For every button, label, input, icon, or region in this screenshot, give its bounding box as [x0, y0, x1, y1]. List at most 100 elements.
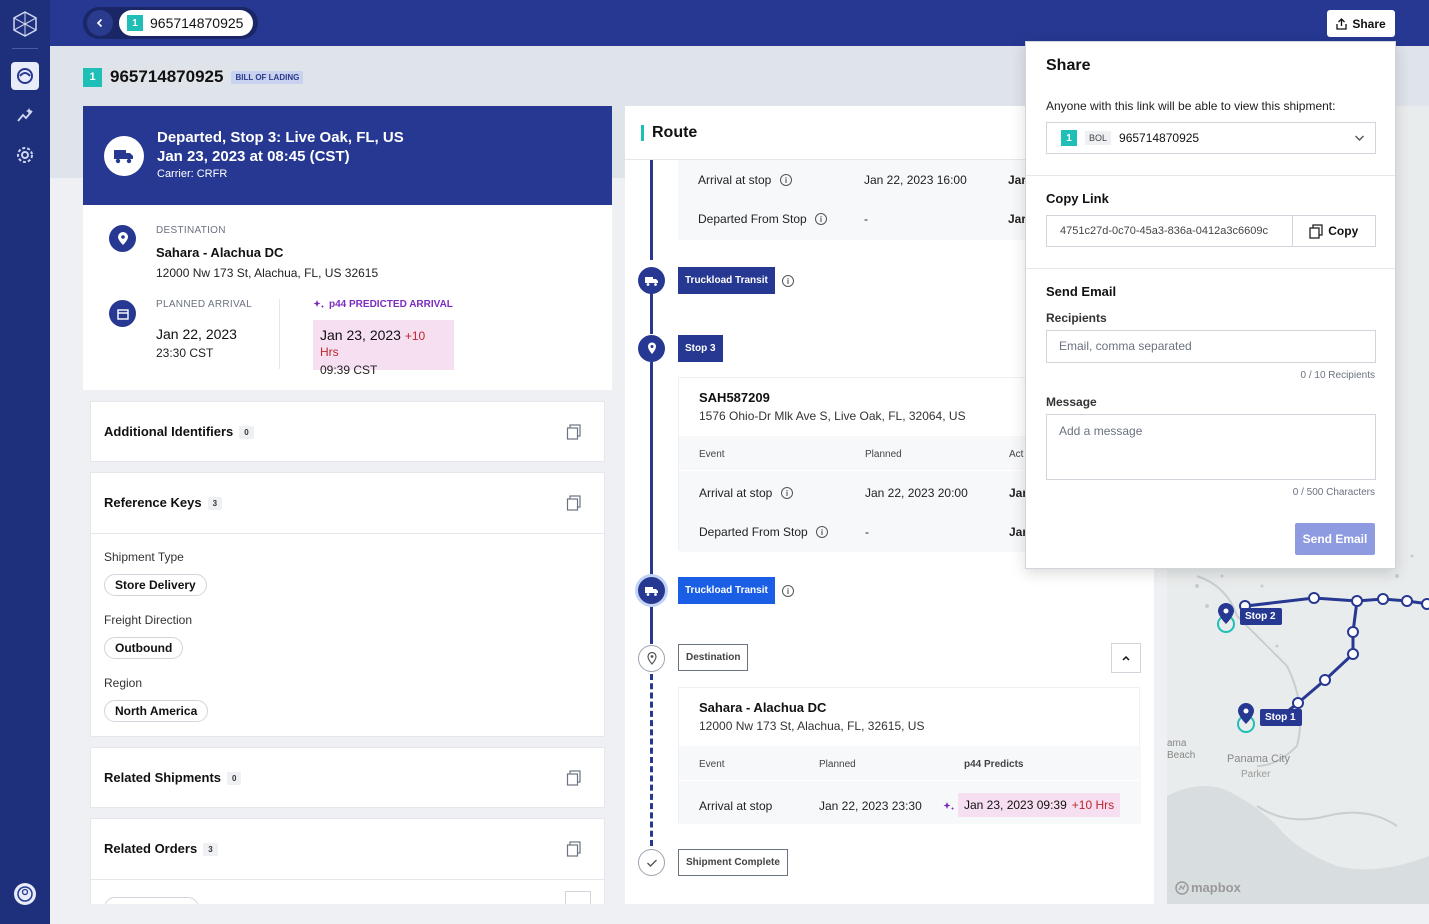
link-value[interactable]: 4751c27d-0c70-45a3-836a-0412a3c6609c	[1047, 225, 1292, 237]
related-shipments-title: Related Shipments	[104, 770, 222, 785]
info-icon[interactable]: i	[816, 526, 828, 538]
copy-icon[interactable]	[566, 841, 582, 857]
breadcrumb: 1 965714870925	[83, 7, 258, 39]
info-icon[interactable]: i	[815, 213, 827, 225]
app-logo-icon[interactable]	[11, 10, 39, 38]
chevron-up-icon	[1122, 655, 1130, 661]
destination-tag[interactable]: Destination	[678, 644, 749, 671]
user-profile-icon[interactable]	[11, 880, 39, 908]
route-accent-bar	[641, 125, 644, 141]
event-predicted-delta: +10 Hrs	[1071, 798, 1115, 812]
collapse-button[interactable]	[1111, 643, 1141, 673]
planned-arrival-date: Jan 22, 2023	[156, 326, 237, 342]
event-name: Arrival at stop	[698, 173, 772, 187]
table-header: Event	[699, 759, 725, 770]
current-truck-icon	[638, 577, 665, 604]
field-label: Shipment Type	[104, 550, 184, 564]
share-button-label: Share	[1352, 16, 1386, 31]
divider	[1026, 268, 1395, 269]
destination-stop-card: Sahara - Alachua DC 12000 Nw 173 St, Ala…	[678, 687, 1141, 824]
event-name: Arrival at stop	[699, 486, 773, 500]
settings-gear-icon[interactable]	[11, 141, 39, 169]
shipment-complete-tag[interactable]: Shipment Complete	[678, 849, 788, 876]
info-icon[interactable]: i	[782, 275, 794, 287]
arrival-divider	[279, 299, 280, 369]
event-planned: Jan 22, 2023 23:30	[819, 799, 922, 813]
info-icon[interactable]: i	[780, 174, 792, 186]
event-name: Departed From Stop	[699, 525, 808, 539]
status-text: Departed, Stop 3: Live Oak, FL, US Jan 2…	[157, 128, 404, 166]
map-place-label: Panama City	[1227, 753, 1290, 765]
shipment-select[interactable]: 1 BOL 965714870925	[1046, 122, 1376, 154]
back-button[interactable]	[87, 10, 113, 36]
message-textarea[interactable]: Add a message	[1046, 414, 1376, 480]
additional-identifiers-section[interactable]: Additional Identifiers 0	[90, 401, 605, 462]
copy-link-button[interactable]: Copy	[1291, 216, 1375, 246]
check-icon	[638, 849, 665, 876]
status-line2: Jan 23, 2023 at 08:45 (CST)	[157, 148, 350, 165]
status-banner: Departed, Stop 3: Live Oak, FL, US Jan 2…	[83, 106, 612, 205]
planned-arrival-time: 23:30 CST	[156, 346, 214, 360]
region-tag: North America	[104, 700, 209, 722]
additional-identifiers-count: 0	[239, 426, 254, 440]
timeline-line	[650, 606, 653, 644]
related-shipments-section[interactable]: Related Shipments 0	[90, 747, 605, 808]
recipients-label: Recipients	[1046, 311, 1107, 325]
select-badge: 1	[1061, 130, 1077, 146]
event-name: Departed From Stop	[698, 212, 807, 226]
expand-button[interactable]	[565, 891, 591, 904]
event-planned: -	[864, 212, 868, 226]
truck-icon	[104, 136, 144, 176]
predicted-arrival-box: Jan 23, 2023 +10 Hrs 09:39 CST	[313, 320, 454, 377]
destination-stop-address: 12000 Nw 173 St, Alachua, FL, 32615, US	[699, 719, 925, 733]
mapbox-label: mapbox	[1191, 880, 1241, 895]
sparkle-icon	[313, 300, 324, 308]
event-name: Arrival at stop	[699, 799, 773, 813]
copy-icon[interactable]	[566, 424, 582, 440]
share-title: Share	[1046, 57, 1091, 74]
event-actual: Jar	[1008, 212, 1027, 226]
stop-pin-icon	[638, 335, 665, 362]
related-orders-section[interactable]: Related Orders 3	[90, 818, 605, 904]
map-stop-2-label: Stop 2	[1245, 611, 1276, 622]
field-label: Region	[104, 676, 143, 690]
reference-keys-count: 3	[207, 497, 223, 511]
info-icon[interactable]: i	[782, 585, 794, 597]
predicted-arrival-date: Jan 23, 2023	[320, 327, 401, 343]
recipients-count: 0 / 10 Recipients	[1300, 370, 1376, 381]
left-nav	[0, 0, 50, 924]
page-title-id: 965714870925	[110, 67, 224, 86]
copy-icon[interactable]	[566, 770, 582, 786]
send-email-button[interactable]: Send Email	[1295, 523, 1375, 555]
breadcrumb-shipment-pill[interactable]: 1 965714870925	[119, 10, 254, 36]
table-header: p44 Predicts	[964, 759, 1024, 770]
info-icon[interactable]: i	[781, 487, 793, 499]
carrier-text: Carrier: CRFR	[157, 168, 228, 180]
current-truckload-transit-tag[interactable]: Truckload Transit	[678, 577, 775, 604]
truckload-transit-tag[interactable]: Truckload Transit	[678, 267, 775, 294]
top-bar: 1 965714870925 Share	[50, 0, 1429, 46]
recipients-input[interactable]: Email, comma separated	[1046, 330, 1376, 363]
nav-separator	[12, 48, 38, 49]
destination-pin-icon	[638, 645, 665, 672]
stop-3-tag[interactable]: Stop 3	[678, 335, 723, 362]
section-divider	[91, 533, 604, 534]
select-bol-tag: BOL	[1085, 131, 1112, 145]
destination-card: DESTINATION Sahara - Alachua DC 12000 Nw…	[83, 205, 612, 390]
destination-name: Sahara - Alachua DC	[156, 245, 284, 260]
table-header: Event	[699, 449, 725, 460]
share-upload-icon	[1336, 17, 1347, 30]
copy-link-field: 4751c27d-0c70-45a3-836a-0412a3c6609c Cop…	[1046, 215, 1376, 247]
calendar-icon	[109, 300, 136, 327]
chevron-left-icon	[96, 18, 103, 28]
timeline-dashed-line	[650, 674, 653, 846]
copy-icon[interactable]	[566, 495, 582, 511]
event-predicted: Jan 23, 2023 09:39	[964, 798, 1067, 812]
order-tag[interactable]	[104, 897, 199, 904]
insights-sparkle-icon[interactable]	[11, 101, 39, 129]
page-title-badge: 1	[83, 67, 102, 87]
predicted-arrival-time: 09:39 CST	[320, 363, 378, 377]
share-button[interactable]: Share	[1327, 10, 1395, 37]
destination-label: DESTINATION	[156, 225, 226, 236]
shipments-globe-icon[interactable]	[11, 62, 39, 90]
